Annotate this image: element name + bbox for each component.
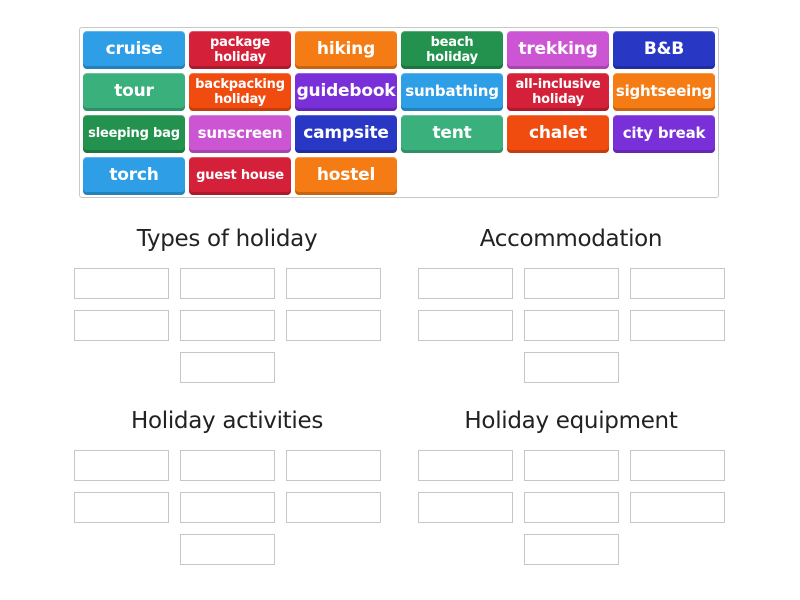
tile-label: package holiday <box>210 35 270 65</box>
tile-b-b[interactable]: B&B <box>613 31 715 69</box>
tile-label: B&B <box>643 39 685 60</box>
group-title-holiday-activities: Holiday activities <box>130 408 324 434</box>
tile-beach-holiday[interactable]: beach holiday <box>401 31 503 69</box>
tile-tent[interactable]: tent <box>401 115 503 153</box>
group-title-types-of-holiday: Types of holiday <box>136 226 318 252</box>
drop-slot-types-of-holiday[interactable] <box>286 268 381 299</box>
tile-hostel[interactable]: hostel <box>295 157 397 195</box>
tile-label: torch <box>109 165 159 186</box>
tile-sunscreen[interactable]: sunscreen <box>189 115 291 153</box>
drop-slot-types-of-holiday[interactable] <box>74 268 169 299</box>
drop-slot-holiday-equipment[interactable] <box>630 450 725 481</box>
drop-slot-accommodation[interactable] <box>418 310 513 341</box>
drop-slot-accommodation[interactable] <box>418 268 513 299</box>
drop-slot-holiday-activities[interactable] <box>180 492 275 523</box>
tile-guest-house[interactable]: guest house <box>189 157 291 195</box>
tile-label: city break <box>622 124 706 143</box>
drop-slot-accommodation[interactable] <box>630 268 725 299</box>
drop-slot-accommodation[interactable] <box>524 268 619 299</box>
drop-slot-holiday-activities[interactable] <box>180 450 275 481</box>
tile-label: all-inclusive holiday <box>515 77 601 107</box>
drop-slot-accommodation[interactable] <box>524 310 619 341</box>
group-title-holiday-equipment: Holiday equipment <box>464 408 678 434</box>
tile-label: beach holiday <box>426 35 478 65</box>
tile-tour[interactable]: tour <box>83 73 185 111</box>
drop-slot-holiday-activities[interactable] <box>74 450 169 481</box>
tile-label: hiking <box>316 39 376 60</box>
drop-slot-accommodation[interactable] <box>630 310 725 341</box>
drop-slot-types-of-holiday[interactable] <box>180 352 275 383</box>
tile-backpacking-holiday[interactable]: backpacking holiday <box>189 73 291 111</box>
tile-label: hostel <box>316 165 376 186</box>
tile-label: sleeping bag <box>88 126 180 142</box>
drop-slot-types-of-holiday[interactable] <box>286 310 381 341</box>
drop-slot-holiday-equipment[interactable] <box>418 450 513 481</box>
tile-label: backpacking holiday <box>195 77 285 107</box>
drop-slot-holiday-equipment[interactable] <box>524 492 619 523</box>
tile-package-holiday[interactable]: package holiday <box>189 31 291 69</box>
tile-label: guest house <box>196 168 284 184</box>
tile-cruise[interactable]: cruise <box>83 31 185 69</box>
tile-label: tour <box>114 81 154 102</box>
drop-slot-holiday-activities[interactable] <box>74 492 169 523</box>
tile-hiking[interactable]: hiking <box>295 31 397 69</box>
tile-label: guidebook <box>296 81 396 102</box>
tile-city-break[interactable]: city break <box>613 115 715 153</box>
drop-slot-holiday-activities[interactable] <box>286 492 381 523</box>
drop-slot-types-of-holiday[interactable] <box>180 310 275 341</box>
tile-all-inclusive-holiday[interactable]: all-inclusive holiday <box>507 73 609 111</box>
tile-trekking[interactable]: trekking <box>507 31 609 69</box>
tile-label: sunscreen <box>197 124 283 143</box>
drop-slot-types-of-holiday[interactable] <box>180 268 275 299</box>
tile-chalet[interactable]: chalet <box>507 115 609 153</box>
drop-slot-types-of-holiday[interactable] <box>74 310 169 341</box>
tile-campsite[interactable]: campsite <box>295 115 397 153</box>
tile-sleeping-bag[interactable]: sleeping bag <box>83 115 185 153</box>
tile-label: sunbathing <box>405 82 499 101</box>
drop-slot-holiday-equipment[interactable] <box>524 534 619 565</box>
drop-slot-holiday-activities[interactable] <box>286 450 381 481</box>
tile-label: trekking <box>518 39 598 60</box>
tile-label: chalet <box>529 123 587 144</box>
drop-slot-holiday-equipment[interactable] <box>418 492 513 523</box>
tile-guidebook[interactable]: guidebook <box>295 73 397 111</box>
tile-sightseeing[interactable]: sightseeing <box>613 73 715 111</box>
drop-slot-holiday-equipment[interactable] <box>630 492 725 523</box>
tile-label: cruise <box>105 39 163 60</box>
tile-label: tent <box>432 123 472 144</box>
tile-sunbathing[interactable]: sunbathing <box>401 73 503 111</box>
tile-torch[interactable]: torch <box>83 157 185 195</box>
group-title-accommodation: Accommodation <box>479 226 663 252</box>
tile-label: campsite <box>303 123 389 144</box>
drop-slot-holiday-equipment[interactable] <box>524 450 619 481</box>
tile-label: sightseeing <box>615 82 713 101</box>
drop-slot-holiday-activities[interactable] <box>180 534 275 565</box>
drop-slot-accommodation[interactable] <box>524 352 619 383</box>
